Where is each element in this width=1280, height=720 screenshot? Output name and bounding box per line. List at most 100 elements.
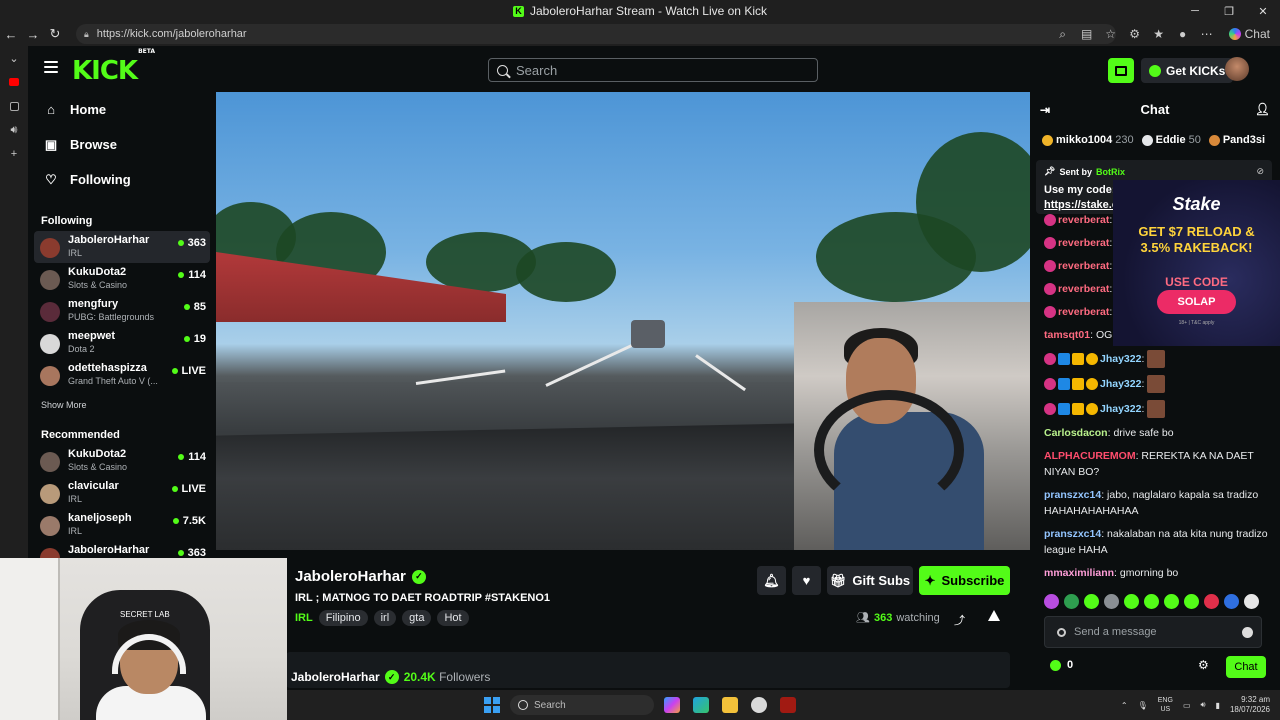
video-player[interactable] [216,92,1030,550]
channel-item[interactable]: odettehaspizza Grand Theft Auto V (... LIV… [34,359,210,391]
theater-mode-button[interactable] [1108,58,1134,83]
nav-following[interactable]: ♡ Following [28,162,216,197]
volume-icon[interactable]: 🔊︎ [1201,700,1206,710]
share-icon[interactable]: ⤴ [954,612,965,628]
chat-username[interactable]: reverberat [1058,283,1109,295]
address-bar[interactable]: 🔒︎ https://kick.com/jaboleroharhar [76,24,1116,44]
channel-item[interactable]: JaboleroHarhar IRL 363 [34,231,210,263]
ad-code-button[interactable]: SOLAP [1157,290,1236,314]
network-icon[interactable]: ▭ [1183,701,1191,710]
collapse-chevron-icon[interactable]: ⌄ [0,46,28,70]
emote-icon[interactable] [1184,594,1199,609]
get-kicks-button[interactable]: Get KICKs [1141,58,1234,83]
collapse-chat-icon[interactable]: ⇥ [1040,103,1050,117]
send-message-input[interactable]: Send a message [1044,616,1262,648]
emote-icon[interactable] [1244,594,1259,609]
close-window-button[interactable]: ✕ [1246,0,1280,22]
report-warning-icon[interactable] [988,610,1000,621]
copilot-taskbar-icon[interactable] [664,697,680,713]
edge-taskbar-icon[interactable] [693,697,709,713]
back-icon[interactable]: ← [0,27,22,42]
tag-chip[interactable]: irl [373,610,397,626]
chat-username[interactable]: tamsqt01 [1044,329,1090,341]
channel-item[interactable]: KukuDota2 Slots & Casino 114 [34,263,210,295]
channel-item[interactable]: kaneljoseph IRL 7.5K [34,509,210,541]
dota-taskbar-icon[interactable] [780,697,796,713]
emote-icon[interactable] [1104,594,1119,609]
tag-chip[interactable]: Hot [437,610,469,626]
chat-username[interactable]: Carlosdacon [1044,427,1108,439]
zoom-icon[interactable]: ⌕ [1051,27,1075,42]
emote-icon[interactable] [1224,594,1239,609]
chat-username[interactable]: reverberat [1058,237,1109,249]
stake-ad-banner[interactable]: Stake GET $7 RELOAD & 3.5% RAKEBACK! USE … [1113,180,1280,346]
tray-chevron-icon[interactable]: ⌃ [1121,701,1128,710]
streamer-name[interactable]: JaboleroHarhar [295,568,406,585]
chat-username[interactable]: Jhay322 [1100,378,1141,390]
profile-icon[interactable]: ● [1171,27,1195,41]
start-icon[interactable] [484,697,500,713]
chat-settings-icon[interactable]: ⚙ [1198,658,1209,672]
emote-icon[interactable] [1084,594,1099,609]
emote-icon[interactable] [1124,594,1139,609]
chat-username[interactable]: reverberat [1058,306,1109,318]
kick-logo[interactable]: KICKBETA [72,48,155,86]
chat-username[interactable]: reverberat [1058,214,1109,226]
tag-chip[interactable]: gta [402,610,432,626]
emote-icon[interactable] [1044,594,1059,609]
explorer-taskbar-icon[interactable] [722,697,738,713]
chat-username[interactable]: reverberat [1058,260,1109,272]
youtube-icon[interactable] [0,70,28,94]
gifter-item[interactable]: Eddie 50 [1141,130,1201,150]
add-tab-icon[interactable]: + [0,142,28,166]
maximize-button[interactable]: ❐ [1212,0,1246,22]
gifter-item[interactable]: mikko1004 230 [1042,130,1134,150]
extensions-icon[interactable]: ⚙ [1123,27,1147,41]
emote-icon[interactable] [1164,594,1179,609]
more-icon[interactable]: ⋯ [1195,27,1219,41]
chat-username[interactable]: pranszxc14 [1044,528,1101,540]
favorite-star-icon[interactable]: ☆ [1099,27,1123,41]
chat-username[interactable]: mmaximiliann [1044,567,1114,579]
chat-username[interactable]: pranszxc14 [1044,489,1101,501]
battery-icon[interactable]: ▮ [1216,701,1220,710]
channel-points[interactable]: 0 [1050,659,1073,671]
chat-username[interactable]: Jhay322 [1100,403,1141,415]
mic-icon[interactable]: 🎙︎ [1138,701,1148,710]
send-chat-button[interactable]: Chat [1226,656,1266,678]
channel-item[interactable]: mengfury PUBG: Battlegrounds 85 [34,295,210,327]
menu-icon[interactable] [44,61,58,73]
chat-identity-icon[interactable] [1057,627,1066,637]
gift-subs-button[interactable]: 🎁︎ Gift Subs [827,566,913,595]
audio-icon[interactable]: 🔊︎ [0,118,28,142]
nav-home[interactable]: ⌂ Home [28,92,216,127]
emote-icon[interactable] [1144,594,1159,609]
clock[interactable]: 9:32 am 18/07/2026 [1230,695,1270,715]
minimize-button[interactable]: ─ [1178,0,1212,22]
nav-browse[interactable]: ▣ Browse [28,127,216,162]
notification-button[interactable]: 🔔︎ [757,566,786,595]
follow-button[interactable]: ♥ [792,566,821,595]
gifter-item[interactable]: Pand3si [1208,130,1268,150]
channel-item[interactable]: KukuDota2 Slots & Casino 114 [34,445,210,477]
reader-icon[interactable]: ▤ [1075,27,1099,41]
hide-pinned-icon[interactable]: ⊘ [1256,166,1264,177]
chat-username[interactable]: ALPHACUREMOM [1044,450,1136,462]
show-more-link[interactable]: Show More [28,393,216,417]
search-input[interactable]: Search [488,58,818,82]
user-avatar[interactable] [1225,57,1249,81]
forward-icon[interactable]: → [22,27,44,42]
copilot-button[interactable]: Chat [1219,27,1280,41]
chat-users-icon[interactable]: 👤︎ [1255,102,1270,116]
obs-taskbar-icon[interactable] [751,697,767,713]
channel-item[interactable]: clavicular IRL LIVE [34,477,210,509]
subscribe-button[interactable]: ✦ Subscribe [919,566,1010,595]
emote-icon[interactable] [1204,594,1219,609]
taskbar-search[interactable]: Search [510,695,654,715]
channel-item[interactable]: meepwet Dota 2 19 [34,327,210,359]
emoji-icon[interactable] [1242,627,1253,638]
pinned-link[interactable]: https://stake.c [1044,199,1118,211]
tiktok-icon[interactable] [0,94,28,118]
favorites-icon[interactable]: ★ [1147,27,1171,41]
chat-username[interactable]: Jhay322 [1100,353,1141,365]
